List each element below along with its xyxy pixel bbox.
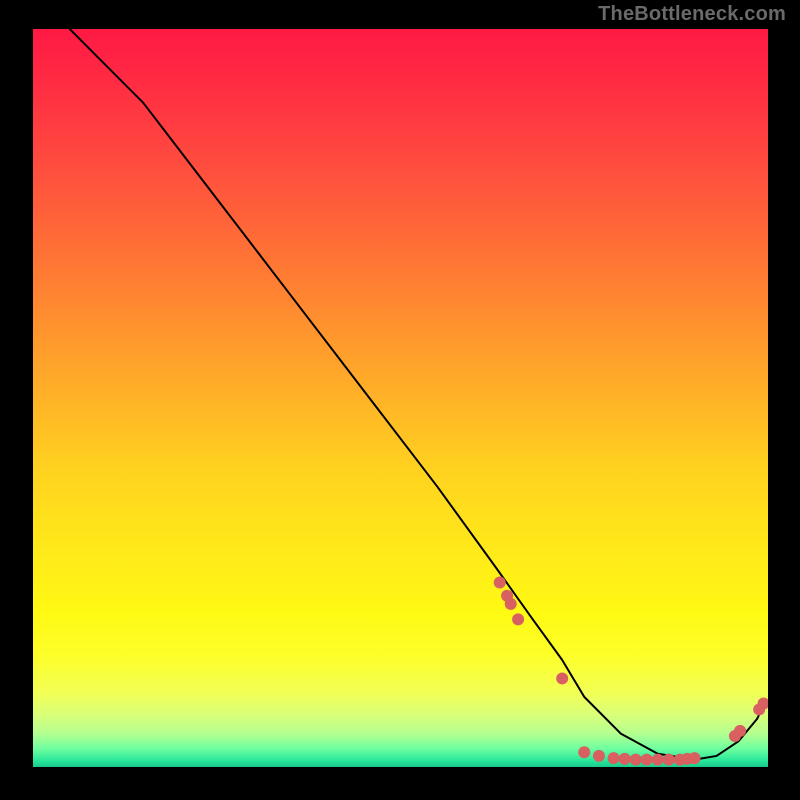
data-point xyxy=(641,754,653,766)
data-point xyxy=(505,598,517,610)
attribution-text: TheBottleneck.com xyxy=(598,3,786,26)
data-point xyxy=(663,754,675,766)
chart-frame: TheBottleneck.com xyxy=(0,0,800,800)
chart-svg xyxy=(33,29,768,767)
data-point xyxy=(578,746,590,758)
data-point xyxy=(608,752,620,764)
data-point xyxy=(734,725,746,737)
data-point xyxy=(652,754,664,766)
data-point xyxy=(619,753,631,765)
plot-area xyxy=(33,29,768,767)
data-point xyxy=(512,613,524,625)
data-point xyxy=(494,577,506,589)
data-point xyxy=(689,752,701,764)
data-point xyxy=(556,672,568,684)
data-point xyxy=(630,754,642,766)
data-point xyxy=(593,750,605,762)
chart-markers xyxy=(494,577,768,766)
chart-line xyxy=(70,29,765,760)
